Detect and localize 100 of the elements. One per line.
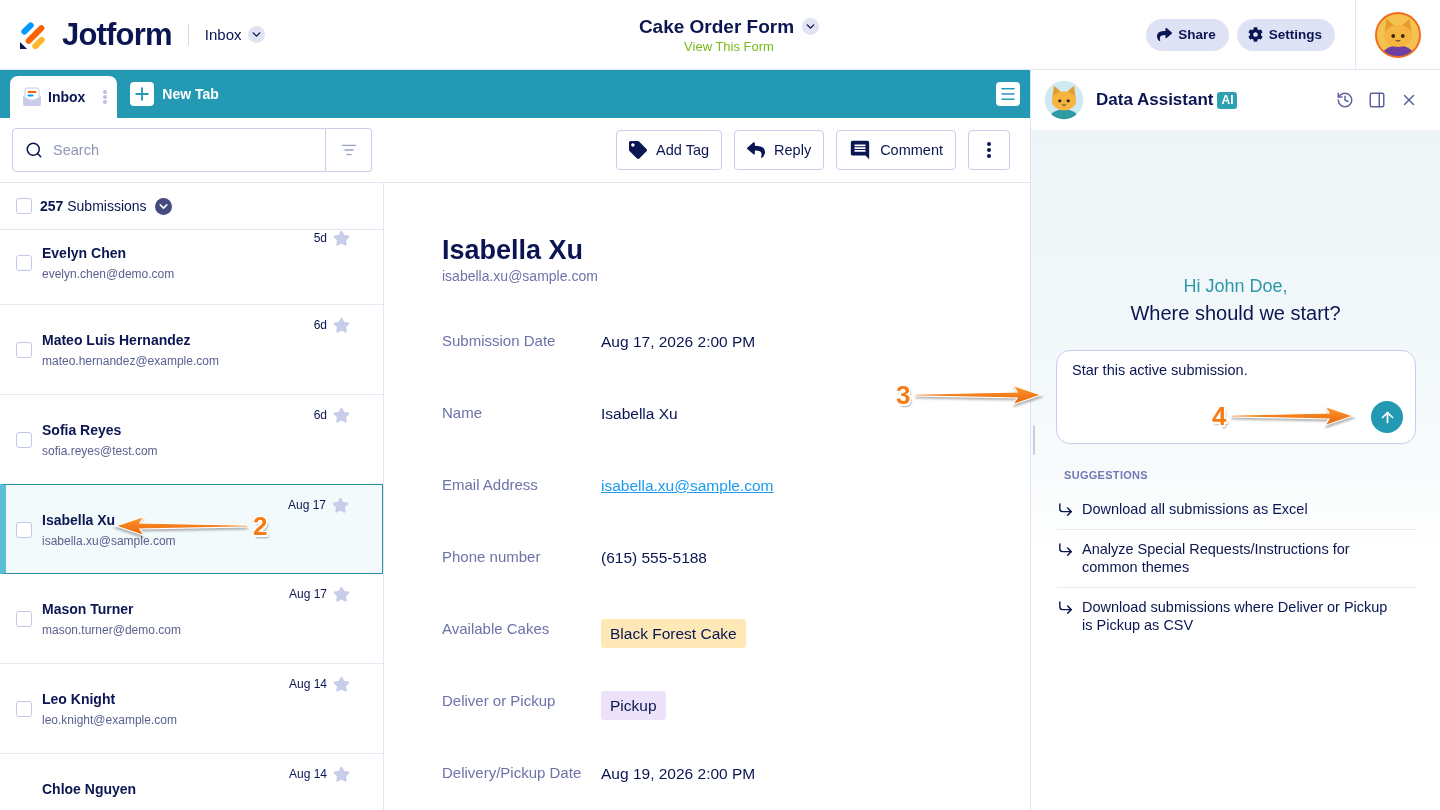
submission-time: 6d xyxy=(313,318,327,332)
ai-badge: AI xyxy=(1217,91,1238,109)
cat-avatar-icon xyxy=(1044,80,1084,120)
return-arrow-icon xyxy=(1057,501,1074,518)
resize-handle[interactable] xyxy=(1033,425,1035,455)
row-checkbox[interactable] xyxy=(16,432,32,448)
filter-button[interactable] xyxy=(326,128,372,172)
submitter-name: Chloe Nguyen xyxy=(42,780,137,798)
suggestion-item[interactable]: Analyze Special Requests/Instructions for common themes xyxy=(1057,530,1416,588)
submission-time: Aug 17 xyxy=(288,587,327,601)
submitter-name: Sofia Reyes xyxy=(42,421,122,439)
submitter-name: Evelyn Chen xyxy=(42,244,127,262)
plus-icon xyxy=(130,82,155,106)
greeting-text: Hi John Doe, xyxy=(1182,275,1289,297)
suggestion-item[interactable]: Download all submissions as Excel xyxy=(1057,490,1416,530)
submitter-name: Isabella Xu xyxy=(42,511,116,529)
inbox-tab[interactable]: Inbox xyxy=(10,76,118,118)
row-checkbox[interactable] xyxy=(16,342,32,358)
submission-time: Aug 14 xyxy=(288,677,327,691)
field-label: Deliver or Pickup xyxy=(442,692,557,710)
field-label: Email Address xyxy=(442,476,539,494)
star-icon[interactable] xyxy=(332,496,349,514)
submitter-email: leo.knight@example.com xyxy=(42,712,177,728)
submission-row[interactable]: 5d Evelyn Chen evelyn.chen@demo.com xyxy=(0,230,383,305)
clock-icon xyxy=(1336,91,1354,109)
row-checkbox[interactable] xyxy=(16,522,32,538)
section-dropdown[interactable]: Inbox xyxy=(204,26,265,43)
filter-icon xyxy=(340,142,357,158)
suggestion-item[interactable]: Download submissions where Deliver or Pickup is Pickup as CSV xyxy=(1057,588,1416,645)
annotation-number: 2 xyxy=(253,512,268,540)
submitter-name: Leo Knight xyxy=(42,690,116,708)
tag-button[interactable]: Add Tag xyxy=(616,130,723,170)
field-label: Delivery/Pickup Date xyxy=(442,764,582,782)
field-label: Name xyxy=(442,404,483,422)
star-icon[interactable] xyxy=(333,316,350,334)
reply-icon xyxy=(747,141,766,159)
field-label: Available Cakes xyxy=(442,620,551,638)
tag-icon xyxy=(629,141,648,159)
comment-button[interactable]: Comment xyxy=(836,130,956,170)
submission-time: Aug 17 xyxy=(287,498,326,512)
inbox-icon xyxy=(22,87,42,107)
star-icon[interactable] xyxy=(333,229,350,247)
chevron-down-icon[interactable] xyxy=(154,197,172,215)
star-icon[interactable] xyxy=(333,406,350,424)
share-button[interactable]: Share xyxy=(1146,18,1229,51)
field-tag: Black Forest Cake xyxy=(601,619,746,648)
menu-icon[interactable] xyxy=(996,82,1020,106)
field-label: Phone number xyxy=(442,548,542,566)
star-icon[interactable] xyxy=(333,765,350,783)
chevron-down-icon[interactable] xyxy=(802,18,820,35)
search-icon xyxy=(25,141,43,159)
row-checkbox[interactable] xyxy=(16,611,32,627)
submitter-email: mateo.hernandez@example.com xyxy=(42,353,219,369)
submitter-name: Mason Turner xyxy=(42,600,134,618)
submission-time: 6d xyxy=(313,408,327,422)
field-label: Submission Date xyxy=(442,332,557,350)
return-arrow-icon xyxy=(1057,541,1074,558)
search-field[interactable]: Search xyxy=(12,128,326,172)
submitter-email: isabella.xu@sample.com xyxy=(42,533,176,549)
star-icon[interactable] xyxy=(333,675,350,693)
more-vertical-icon xyxy=(987,142,991,158)
suggestions-heading: SUGGESTIONS xyxy=(1064,469,1149,482)
assistant-title: Data Assistant xyxy=(1096,90,1214,110)
reply-button[interactable]: Reply xyxy=(734,130,825,170)
cat-avatar-icon xyxy=(1375,11,1421,58)
prompt-question: Where should we start? xyxy=(1129,301,1342,326)
return-arrow-icon xyxy=(1057,599,1074,616)
form-title: Cake Order Form xyxy=(638,14,795,39)
row-checkbox[interactable] xyxy=(16,701,32,717)
field-tag: Pickup xyxy=(601,691,666,720)
annotation-number: 3 xyxy=(896,381,911,409)
submission-count: 257 Submissions xyxy=(40,198,147,214)
history-button[interactable] xyxy=(1336,91,1354,109)
settings-button[interactable]: Settings xyxy=(1236,18,1335,51)
submitter-email: sofia.reyes@test.com xyxy=(42,443,158,459)
submitter-email: evelyn.chen@demo.com xyxy=(42,266,175,282)
field-value: (615) 555-5188 xyxy=(601,548,707,568)
send-button[interactable] xyxy=(1371,401,1403,433)
select-all-checkbox[interactable] xyxy=(16,198,32,214)
annotation-number: 4 xyxy=(1212,402,1227,430)
star-icon[interactable] xyxy=(333,585,350,603)
panel-icon xyxy=(1368,91,1386,109)
chevron-down-icon xyxy=(247,26,265,43)
submission-time: 5d xyxy=(313,231,327,245)
submitter-name: Mateo Luis Hernandez xyxy=(42,331,191,349)
submitter-email: isabella.xu@sample.com xyxy=(442,267,599,285)
comment-icon xyxy=(849,139,872,161)
more-options-button[interactable] xyxy=(968,130,1010,170)
submitter-email: mason.turner@demo.com xyxy=(42,622,181,638)
field-value: Aug 19, 2026 2:00 PM xyxy=(601,764,756,784)
share-icon xyxy=(1157,27,1173,42)
message-input-field[interactable]: Star this active submission. xyxy=(1058,361,1414,401)
field-value: Aug 17, 2026 2:00 PM xyxy=(601,332,756,352)
row-checkbox[interactable] xyxy=(16,255,32,271)
logo-text: Jotform xyxy=(62,16,172,53)
field-value: Isabella Xu xyxy=(601,404,678,424)
submission-time: Aug 14 xyxy=(288,767,327,781)
panel-toggle-button[interactable] xyxy=(1368,91,1386,109)
submitter-name-heading: Isabella Xu xyxy=(442,234,585,266)
kebab-icon xyxy=(103,90,108,104)
